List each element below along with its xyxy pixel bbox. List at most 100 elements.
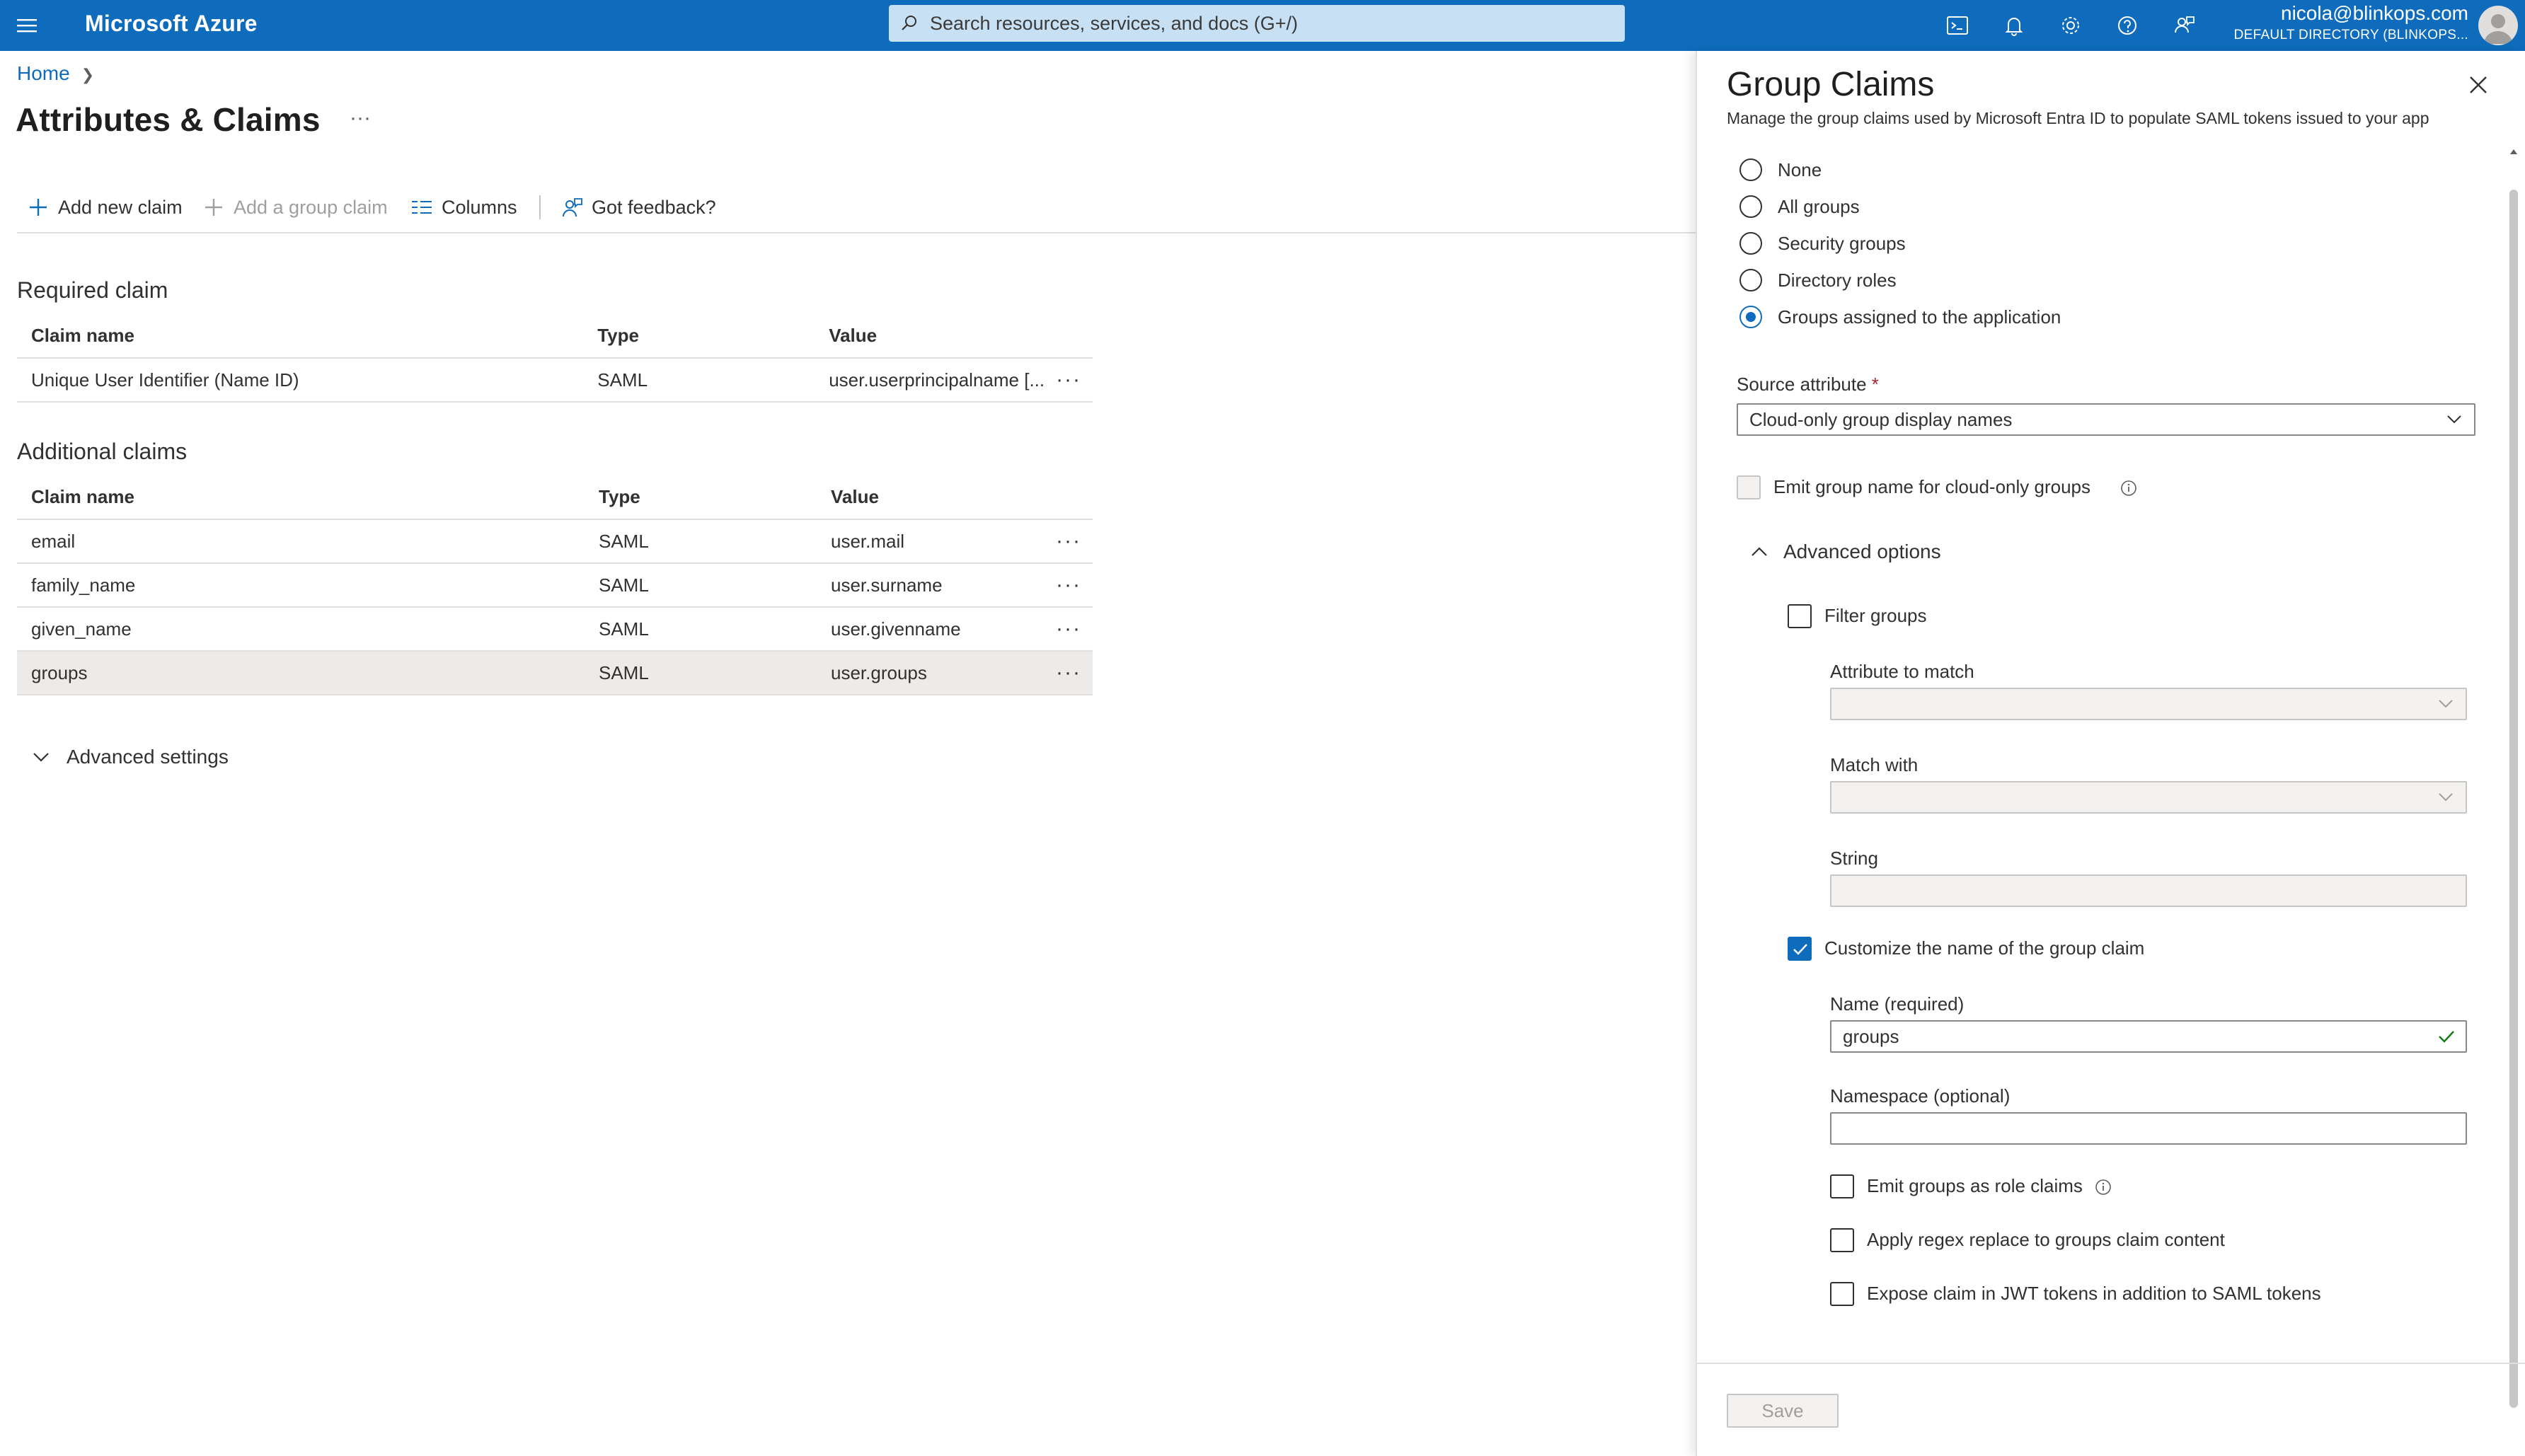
- row-more-actions-button[interactable]: ···: [1045, 607, 1093, 652]
- breadcrumb: Home ❯: [17, 62, 94, 85]
- claim-value-cell: user.surname: [817, 563, 1045, 608]
- claim-type-cell: SAML: [585, 563, 817, 608]
- group-claim-name-input[interactable]: groups: [1830, 1020, 2467, 1053]
- radio-label: Security groups: [1778, 233, 1906, 254]
- breadcrumb-home-link[interactable]: Home: [17, 62, 70, 84]
- checkbox-box: [1788, 604, 1812, 628]
- radio-circle-selected: [1739, 306, 1762, 328]
- got-feedback-label: Got feedback?: [592, 197, 716, 218]
- row-more-actions-button[interactable]: ···: [1045, 563, 1093, 608]
- columns-label: Columns: [442, 197, 517, 218]
- table-row-selected[interactable]: groups SAML user.groups ···: [17, 651, 1093, 695]
- chevron-down-icon: [2439, 793, 2453, 802]
- claim-type-cell: SAML: [585, 651, 817, 695]
- chevron-down-icon: [33, 753, 49, 762]
- search-placeholder: Search resources, services, and docs (G+…: [930, 13, 1298, 34]
- additional-claims-table: Claim name Type Value email SAML user.ma…: [17, 475, 1093, 695]
- info-icon[interactable]: [2095, 1179, 2112, 1196]
- claim-type-cell: SAML: [585, 607, 817, 652]
- apply-regex-label: Apply regex replace to groups claim cont…: [1867, 1229, 2225, 1250]
- claim-value-cell: user.userprincipalname [...: [815, 358, 1045, 403]
- avatar-person-icon: [2484, 14, 2512, 44]
- claim-type-cell: SAML: [583, 358, 815, 403]
- save-button[interactable]: Save: [1727, 1394, 1839, 1428]
- claim-name-cell[interactable]: groups: [17, 651, 585, 695]
- radio-circle: [1739, 232, 1762, 255]
- feedback-icon: [563, 198, 582, 217]
- group-claims-panel: Group Claims Manage the group claims use…: [1696, 51, 2525, 1456]
- claim-name-cell[interactable]: given_name: [17, 607, 585, 652]
- emit-cloud-only-label: Emit group name for cloud-only groups: [1773, 476, 2091, 497]
- user-directory[interactable]: DEFAULT DIRECTORY (BLINKOPS...: [2234, 27, 2468, 44]
- hamburger-menu-icon[interactable]: [13, 11, 41, 40]
- source-attribute-value: Cloud-only group display names: [1749, 409, 2013, 430]
- table-row[interactable]: given_name SAML user.givenname ···: [17, 607, 1093, 652]
- column-header-value: Value: [815, 314, 1045, 359]
- table-header-row: Claim name Type Value: [17, 314, 1093, 359]
- chevron-down-icon: [2447, 415, 2461, 424]
- radio-circle: [1739, 158, 1762, 181]
- radio-label: Groups assigned to the application: [1778, 306, 2061, 328]
- group-claim-name-value: groups: [1843, 1026, 1899, 1047]
- expose-jwt-label: Expose claim in JWT tokens in addition t…: [1867, 1283, 2321, 1304]
- toolbar-divider-line: [17, 232, 1697, 233]
- match-with-dropdown[interactable]: [1830, 781, 2467, 814]
- info-icon[interactable]: [2120, 480, 2137, 497]
- valid-checkmark-icon: [2439, 1031, 2454, 1043]
- chevron-down-icon: [2439, 700, 2453, 708]
- page-title: Attributes & Claims: [16, 101, 321, 138]
- table-row[interactable]: email SAML user.mail ···: [17, 519, 1093, 564]
- namespace-input[interactable]: [1830, 1112, 2467, 1145]
- source-attribute-label: Source attribute *: [1737, 374, 1879, 395]
- claim-value-cell: user.mail: [817, 519, 1045, 564]
- radio-label: All groups: [1778, 196, 1860, 217]
- feedback-icon[interactable]: [2168, 10, 2199, 41]
- string-input[interactable]: [1830, 874, 2467, 907]
- radio-circle: [1739, 269, 1762, 291]
- claim-name-cell[interactable]: email: [17, 519, 585, 564]
- panel-footer-divider: [1697, 1363, 2525, 1364]
- match-with-label: Match with: [1830, 754, 1919, 775]
- checkbox-box: [1830, 1228, 1854, 1252]
- more-options-button[interactable]: ···: [350, 106, 371, 130]
- scroll-up-arrow-icon[interactable]: [2509, 147, 2519, 157]
- panel-title: Group Claims: [1727, 66, 1935, 103]
- source-attribute-text: Source attribute: [1737, 374, 1867, 395]
- chevron-right-icon: ❯: [81, 66, 95, 83]
- row-more-actions-button[interactable]: ···: [1045, 358, 1093, 403]
- column-header-claim-name: Claim name: [17, 475, 585, 520]
- row-more-actions-button[interactable]: ···: [1045, 519, 1093, 564]
- name-required-label: Name (required): [1830, 993, 1965, 1015]
- close-icon[interactable]: [2464, 71, 2492, 99]
- advanced-settings-label: Advanced settings: [67, 746, 229, 768]
- row-more-actions-button[interactable]: ···: [1045, 651, 1093, 695]
- advanced-options-label: Advanced options: [1783, 541, 1941, 562]
- checkbox-box: [1830, 1282, 1854, 1306]
- cloud-shell-icon[interactable]: [1942, 10, 1973, 41]
- table-row[interactable]: Unique User Identifier (Name ID) SAML us…: [17, 358, 1093, 403]
- search-icon: [902, 16, 916, 30]
- claim-name-cell[interactable]: family_name: [17, 563, 585, 608]
- claim-name-cell[interactable]: Unique User Identifier (Name ID): [17, 358, 584, 403]
- namespace-label: Namespace (optional): [1830, 1085, 2011, 1107]
- checkbox-box: [1830, 1174, 1854, 1198]
- help-icon[interactable]: [2112, 10, 2143, 41]
- radio-label: None: [1778, 159, 1822, 180]
- table-row[interactable]: family_name SAML user.surname ···: [17, 563, 1093, 608]
- brand-title[interactable]: Microsoft Azure: [85, 0, 258, 51]
- bell-icon[interactable]: [1998, 10, 2030, 41]
- additional-claims-heading: Additional claims: [17, 439, 188, 464]
- user-email[interactable]: nicola@blinkops.com: [2281, 1, 2468, 25]
- checkmark-icon: [1793, 944, 1807, 955]
- avatar[interactable]: [2478, 6, 2518, 45]
- attribute-to-match-dropdown[interactable]: [1830, 688, 2467, 720]
- panel-scrollbar[interactable]: [2509, 190, 2518, 1408]
- column-header-value: Value: [817, 475, 1045, 520]
- gear-icon[interactable]: [2055, 10, 2086, 41]
- add-new-claim-label: Add new claim: [58, 197, 183, 218]
- source-attribute-dropdown[interactable]: Cloud-only group display names: [1737, 403, 2475, 436]
- global-search-input[interactable]: Search resources, services, and docs (G+…: [889, 5, 1625, 42]
- checkbox-box-checked: [1788, 937, 1812, 961]
- panel-scroll-body: None All groups Security groups Director…: [1697, 140, 2511, 1363]
- claim-type-cell: SAML: [585, 519, 817, 564]
